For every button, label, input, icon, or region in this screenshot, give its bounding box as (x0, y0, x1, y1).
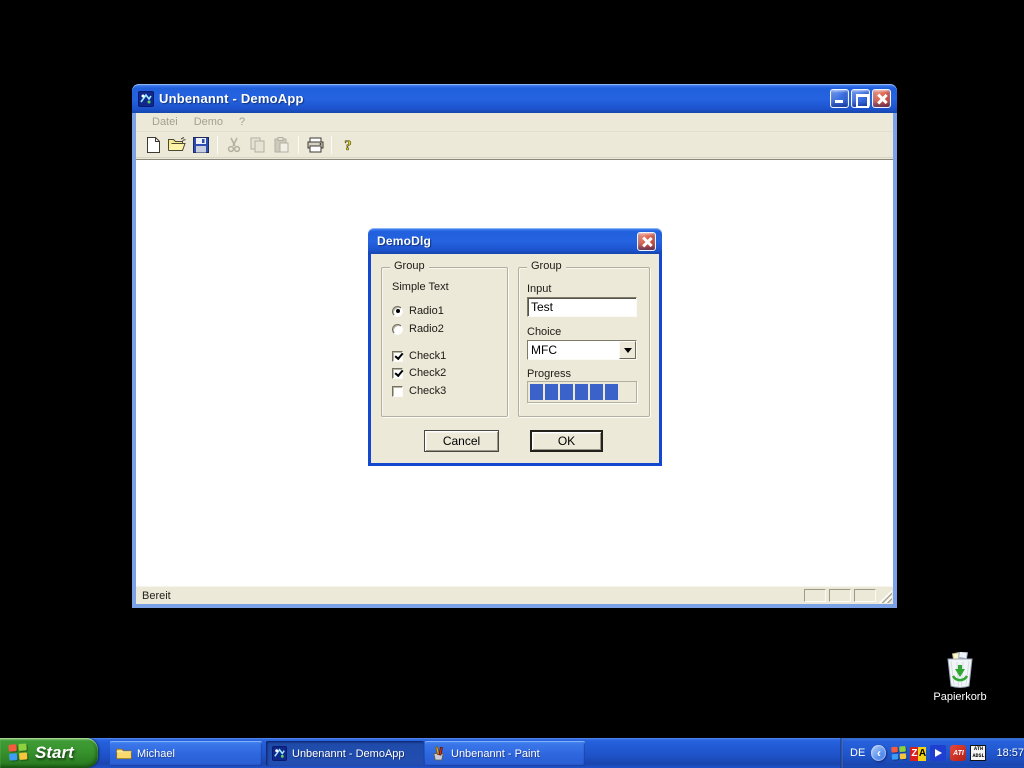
task-button-demoapp[interactable]: Unbenannt - DemoApp (266, 741, 424, 766)
open-folder-icon[interactable] (165, 134, 189, 156)
choice-combobox[interactable]: MFC (527, 340, 637, 360)
adsl-monitor-icon[interactable]: ATHADSL (970, 745, 986, 761)
recycle-bin-icon (943, 652, 977, 688)
task-button-michael[interactable]: Michael (110, 741, 262, 766)
cancel-button[interactable]: Cancel (424, 430, 499, 452)
ok-button[interactable]: OK (530, 430, 603, 452)
hide-icons-chevron-icon[interactable]: ‹ (871, 745, 886, 761)
menubar: Datei Demo ? (136, 113, 893, 132)
toolbar-separator (298, 136, 299, 154)
task-button-paint[interactable]: Unbenannt - Paint (425, 741, 585, 766)
start-button[interactable]: Start (0, 738, 98, 768)
status-pane-scrl (854, 589, 876, 602)
cut-icon (222, 134, 246, 156)
dialog-title: DemoDlg (377, 234, 635, 248)
progress-segment (560, 384, 573, 400)
help-icon[interactable]: ? (336, 134, 360, 156)
start-button-label: Start (35, 743, 74, 763)
right-group-label: Group (527, 260, 566, 272)
left-group-label: Group (390, 260, 429, 272)
toolbar-separator (217, 136, 218, 154)
task-label: Unbenannt - Paint (451, 748, 540, 760)
paste-icon (270, 134, 294, 156)
task-label: Unbenannt - DemoApp (292, 748, 405, 760)
menu-demo[interactable]: Demo (186, 114, 231, 130)
menu-help[interactable]: ? (231, 114, 253, 130)
resize-grip[interactable] (879, 590, 892, 603)
taskbar: Start Michael Unbenannt - DemoApp (0, 738, 1024, 768)
right-groupbox: Group Input Choice MFC Progress (518, 267, 650, 417)
system-tray: DE ‹ ZA ATI ATHADSL 18:57 (840, 738, 1024, 768)
checkbox-icon[interactable] (392, 351, 403, 362)
paint-icon (431, 746, 446, 761)
demoapp-icon (138, 91, 154, 107)
progress-segment (590, 384, 603, 400)
radio2[interactable]: Radio2 (392, 323, 444, 335)
media-player-icon[interactable] (930, 745, 946, 761)
toolbar: ? (136, 132, 893, 158)
radio1-label: Radio1 (409, 305, 444, 317)
progress-segment (545, 384, 558, 400)
progress-label: Progress (527, 368, 571, 380)
check1-label: Check1 (409, 350, 446, 362)
demo-dialog: DemoDlg Group Simple Text Radio1 Radio2 … (368, 228, 662, 466)
check1[interactable]: Check1 (392, 350, 446, 362)
input-field[interactable] (527, 297, 637, 317)
new-document-icon[interactable] (141, 134, 165, 156)
status-text: Bereit (136, 590, 804, 602)
clock[interactable]: 18:57 (996, 747, 1024, 759)
maximize-button[interactable] (851, 89, 870, 108)
radio-button-icon[interactable] (392, 306, 403, 317)
simple-text-label: Simple Text (392, 281, 449, 293)
radio1[interactable]: Radio1 (392, 305, 444, 317)
app-titlebar[interactable]: Unbenannt - DemoApp (132, 84, 897, 113)
language-indicator[interactable]: DE (850, 747, 865, 759)
close-button[interactable] (872, 89, 891, 108)
progress-segment (605, 384, 618, 400)
svg-text:?: ? (344, 138, 352, 153)
copy-icon (246, 134, 270, 156)
choice-selected-value: MFC (528, 341, 619, 359)
dialog-body: Group Simple Text Radio1 Radio2 Check1 C… (368, 254, 662, 466)
chevron-down-icon (624, 348, 632, 353)
dialog-close-button[interactable] (637, 232, 656, 251)
check3-label: Check3 (409, 385, 446, 397)
left-groupbox: Group Simple Text Radio1 Radio2 Check1 C… (381, 267, 508, 417)
menu-datei[interactable]: Datei (144, 114, 186, 130)
app-window-title: Unbenannt - DemoApp (159, 91, 828, 106)
zonealarm-icon[interactable]: ZA (910, 747, 926, 761)
minimize-button[interactable] (830, 89, 849, 108)
progress-segment (575, 384, 588, 400)
toolbar-separator (331, 136, 332, 154)
checkbox-icon[interactable] (392, 386, 403, 397)
progress-segment (530, 384, 543, 400)
progress-bar (527, 381, 637, 403)
radio-button-icon[interactable] (392, 324, 403, 335)
ati-icon[interactable]: ATI (950, 745, 966, 761)
save-icon[interactable] (189, 134, 213, 156)
combobox-dropdown-button[interactable] (619, 341, 636, 359)
desktop: Unbenannt - DemoApp Datei Demo ? (0, 0, 1024, 768)
checkbox-icon[interactable] (392, 368, 403, 379)
status-pane-num (829, 589, 851, 602)
recycle-bin[interactable]: Papierkorb (928, 652, 992, 703)
dialog-titlebar[interactable]: DemoDlg (368, 228, 662, 254)
input-label: Input (527, 283, 551, 295)
windows-messenger-icon[interactable] (892, 746, 906, 760)
check2[interactable]: Check2 (392, 367, 446, 379)
windows-logo-icon (8, 743, 29, 762)
check3[interactable]: Check3 (392, 385, 446, 397)
check2-label: Check2 (409, 367, 446, 379)
folder-icon (116, 747, 132, 760)
demoapp-icon (272, 746, 287, 761)
radio2-label: Radio2 (409, 323, 444, 335)
choice-label: Choice (527, 326, 561, 338)
status-bar: Bereit (136, 586, 893, 604)
print-icon[interactable] (303, 134, 327, 156)
status-pane-cap (804, 589, 826, 602)
recycle-bin-label: Papierkorb (928, 691, 992, 703)
task-label: Michael (137, 748, 175, 760)
